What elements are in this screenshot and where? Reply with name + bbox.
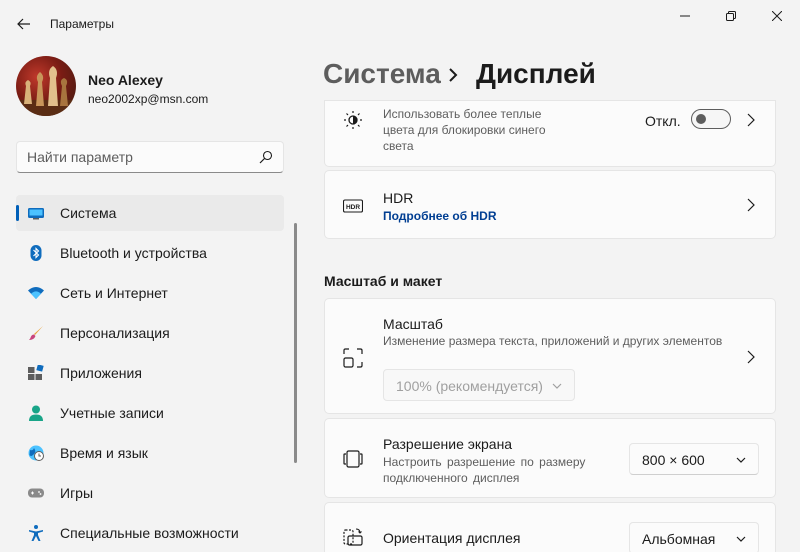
- user-name: Neo Alexey: [88, 72, 163, 88]
- search-icon[interactable]: [259, 150, 273, 164]
- orientation-icon: [343, 528, 363, 546]
- back-arrow-icon: [17, 18, 30, 30]
- night-light-icon: [344, 111, 362, 129]
- sidebar-item-label: Игры: [60, 485, 94, 501]
- sidebar-item-label: Специальные возможности: [60, 525, 239, 541]
- close-icon: [772, 11, 782, 21]
- sidebar-item-gaming[interactable]: Игры: [16, 475, 284, 511]
- sidebar-item-label: Время и язык: [60, 445, 148, 461]
- chevron-right-icon[interactable]: [746, 113, 756, 127]
- sidebar-item-accounts[interactable]: Учетные записи: [16, 395, 284, 431]
- sidebar-item-label: Приложения: [60, 365, 142, 381]
- resolution-desc-line-1: Настроить разрешение по размеру: [383, 455, 586, 469]
- orientation-title: Ориентация дисплея: [383, 530, 521, 546]
- sidebar-item-label: Сеть и Интернет: [60, 285, 168, 301]
- accessibility-icon: [29, 525, 43, 541]
- sidebar-item-label: Bluetooth и устройства: [60, 245, 207, 261]
- restore-button[interactable]: [708, 0, 754, 32]
- breadcrumb-parent[interactable]: Система: [323, 58, 441, 90]
- resolution-dropdown[interactable]: 800 × 600: [629, 443, 759, 475]
- chevron-right-icon[interactable]: [746, 198, 756, 212]
- minimize-icon: [680, 15, 690, 17]
- sidebar-item-label: Учетные записи: [60, 405, 164, 421]
- minimize-button[interactable]: [662, 0, 708, 32]
- scale-icon: [343, 348, 363, 368]
- breadcrumb-chevron-icon: [449, 68, 458, 82]
- sidebar-nav: Система Bluetooth и устройства Сеть и Ин…: [16, 195, 284, 552]
- resolution-title: Разрешение экрана: [383, 436, 513, 452]
- orientation-dropdown[interactable]: Альбомная: [629, 522, 759, 552]
- chevron-right-icon[interactable]: [746, 350, 756, 364]
- hdr-icon: HDR: [343, 199, 363, 213]
- sidebar-item-time-language[interactable]: Время и язык: [16, 435, 284, 471]
- close-button[interactable]: [754, 0, 800, 32]
- orientation-dropdown-value: Альбомная: [642, 531, 716, 547]
- sidebar-item-system[interactable]: Система: [16, 195, 284, 231]
- app-title: Параметры: [50, 17, 114, 31]
- page-title: Дисплей: [476, 58, 596, 89]
- chevron-down-icon: [552, 383, 562, 389]
- section-title: Масштаб и макет: [324, 273, 443, 289]
- gamepad-icon: [28, 488, 44, 498]
- hdr-card[interactable]: HDR HDR Подробнее об HDR: [324, 170, 776, 239]
- sidebar-item-bluetooth[interactable]: Bluetooth и устройства: [16, 235, 284, 271]
- sidebar-item-label: Персонализация: [60, 325, 170, 341]
- bluetooth-icon: [30, 245, 42, 261]
- sidebar-scrollbar[interactable]: [294, 223, 297, 463]
- night-light-desc-line-3: света: [383, 139, 414, 153]
- resolution-dropdown-value: 800 × 600: [642, 452, 705, 468]
- hdr-title: HDR: [383, 190, 414, 206]
- sidebar-item-apps[interactable]: Приложения: [16, 355, 284, 391]
- sidebar-item-accessibility[interactable]: Специальные возможности: [16, 515, 284, 551]
- night-light-toggle[interactable]: [691, 109, 731, 129]
- chess-pieces-picture: [16, 66, 76, 116]
- apps-icon: [28, 365, 44, 380]
- sidebar-item-network[interactable]: Сеть и Интернет: [16, 275, 284, 311]
- night-light-card[interactable]: Использовать более теплые цвета для блок…: [324, 100, 776, 167]
- orientation-card: Ориентация дисплея Альбомная: [324, 502, 776, 552]
- toggle-knob: [696, 114, 706, 124]
- search-box[interactable]: [16, 141, 284, 173]
- back-button[interactable]: [12, 12, 36, 36]
- search-input[interactable]: [27, 142, 247, 172]
- scale-card[interactable]: Масштаб Изменение размера текста, прилож…: [324, 298, 776, 414]
- sidebar-item-personalization[interactable]: Персонализация: [16, 315, 284, 351]
- scale-desc: Изменение размера текста, приложений и д…: [383, 334, 723, 348]
- hdr-icon-text: HDR: [346, 204, 360, 211]
- title-bar: Параметры: [0, 0, 800, 48]
- chevron-down-icon: [736, 457, 746, 463]
- system-icon: [28, 208, 44, 220]
- avatar[interactable]: [16, 56, 76, 116]
- toggle-state-label: Откл.: [645, 113, 681, 129]
- sidebar-item-label: Система: [60, 205, 117, 221]
- user-email: neo2002xp@msn.com: [88, 92, 209, 106]
- wifi-icon: [28, 287, 44, 299]
- resolution-card: Разрешение экрана Настроить разрешение п…: [324, 418, 776, 498]
- resolution-icon: [343, 450, 363, 468]
- night-light-desc-line-2: цвета для блокировки синего: [383, 123, 546, 137]
- scale-dropdown[interactable]: 100% (рекомендуется): [383, 369, 575, 401]
- scale-dropdown-value: 100% (рекомендуется): [396, 378, 543, 394]
- clock-globe-icon: [28, 445, 44, 461]
- chevron-down-icon: [736, 536, 746, 542]
- hdr-learn-more-link[interactable]: Подробнее об HDR: [383, 208, 497, 224]
- account-icon: [29, 405, 43, 421]
- resolution-desc-line-2: подключенного дисплея: [383, 471, 520, 485]
- scale-title: Масштаб: [383, 316, 443, 332]
- brush-icon: [29, 326, 43, 340]
- restore-icon: [726, 11, 736, 21]
- night-light-desc-line-1: Использовать более теплые: [383, 107, 542, 121]
